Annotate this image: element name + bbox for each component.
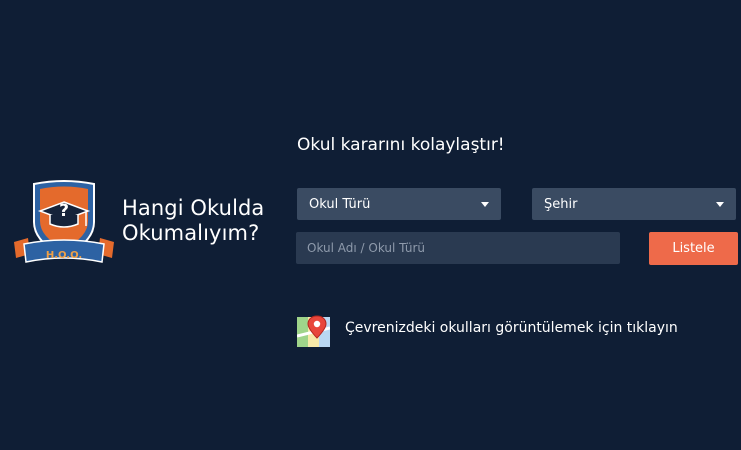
- city-select-value: Şehir: [544, 196, 578, 212]
- city-select[interactable]: Şehir: [532, 188, 736, 220]
- nearby-schools-link[interactable]: Çevrenizdeki okulları görüntülemek için …: [345, 320, 678, 336]
- brand-title-line1: Hangi Okulda: [122, 196, 265, 220]
- search-tagline: Okul kararını kolaylaştır!: [297, 135, 505, 155]
- list-button[interactable]: Listele: [649, 232, 738, 265]
- chevron-down-icon: [716, 201, 724, 207]
- logo-text: H.O.O.: [46, 250, 82, 261]
- school-name-input[interactable]: [296, 232, 620, 264]
- school-type-select[interactable]: Okul Türü: [297, 188, 501, 220]
- svg-text:?: ?: [59, 201, 69, 221]
- map-pin-icon[interactable]: [296, 314, 331, 347]
- school-type-select-value: Okul Türü: [309, 196, 371, 212]
- school-crest-logo-icon[interactable]: ? H.O.O.: [10, 178, 118, 272]
- brand-title-line2: Okumalıyım?: [122, 221, 260, 245]
- chevron-down-icon: [481, 201, 489, 207]
